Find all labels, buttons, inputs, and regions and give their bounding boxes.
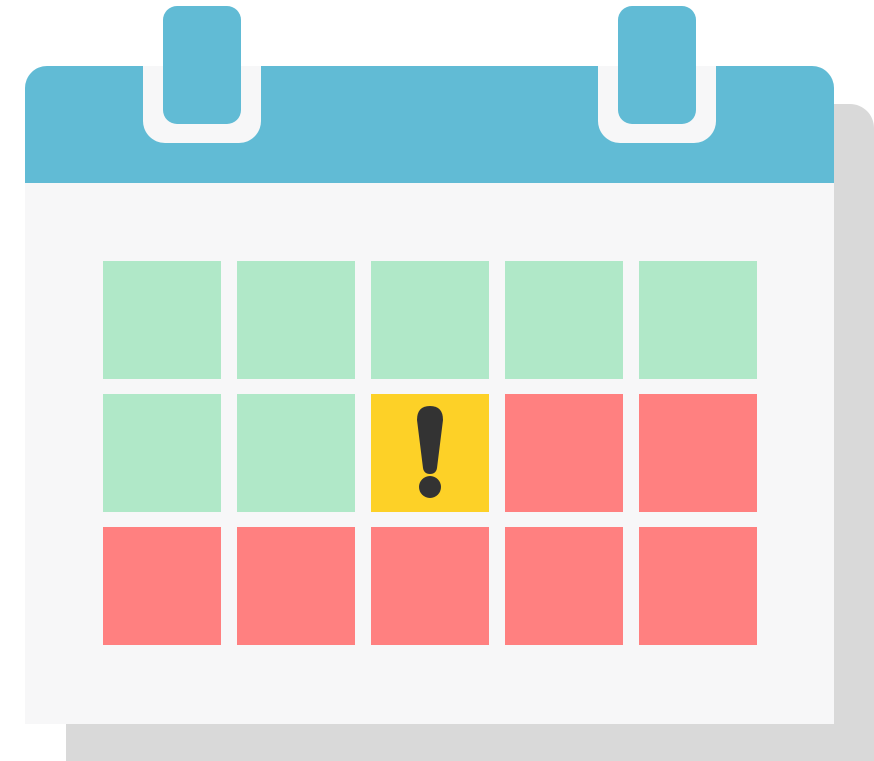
day-cell-warning [371, 394, 489, 512]
day-cell-bad [505, 394, 623, 512]
day-cell-bad [237, 527, 355, 645]
day-cell-ok [103, 394, 221, 512]
day-cell-ok [639, 261, 757, 379]
day-cell-bad [639, 527, 757, 645]
day-cell-bad [103, 527, 221, 645]
binding-ring-left-icon [163, 6, 241, 124]
day-cell-ok [103, 261, 221, 379]
calendar-illustration [0, 0, 874, 761]
day-cell-ok [237, 394, 355, 512]
calendar-day-grid [103, 261, 757, 645]
day-cell-ok [371, 261, 489, 379]
day-cell-bad [371, 527, 489, 645]
day-cell-bad [505, 527, 623, 645]
binding-ring-right-icon [618, 6, 696, 124]
exclamation-icon [417, 406, 443, 498]
day-cell-ok [237, 261, 355, 379]
day-cell-ok [505, 261, 623, 379]
day-cell-bad [639, 394, 757, 512]
